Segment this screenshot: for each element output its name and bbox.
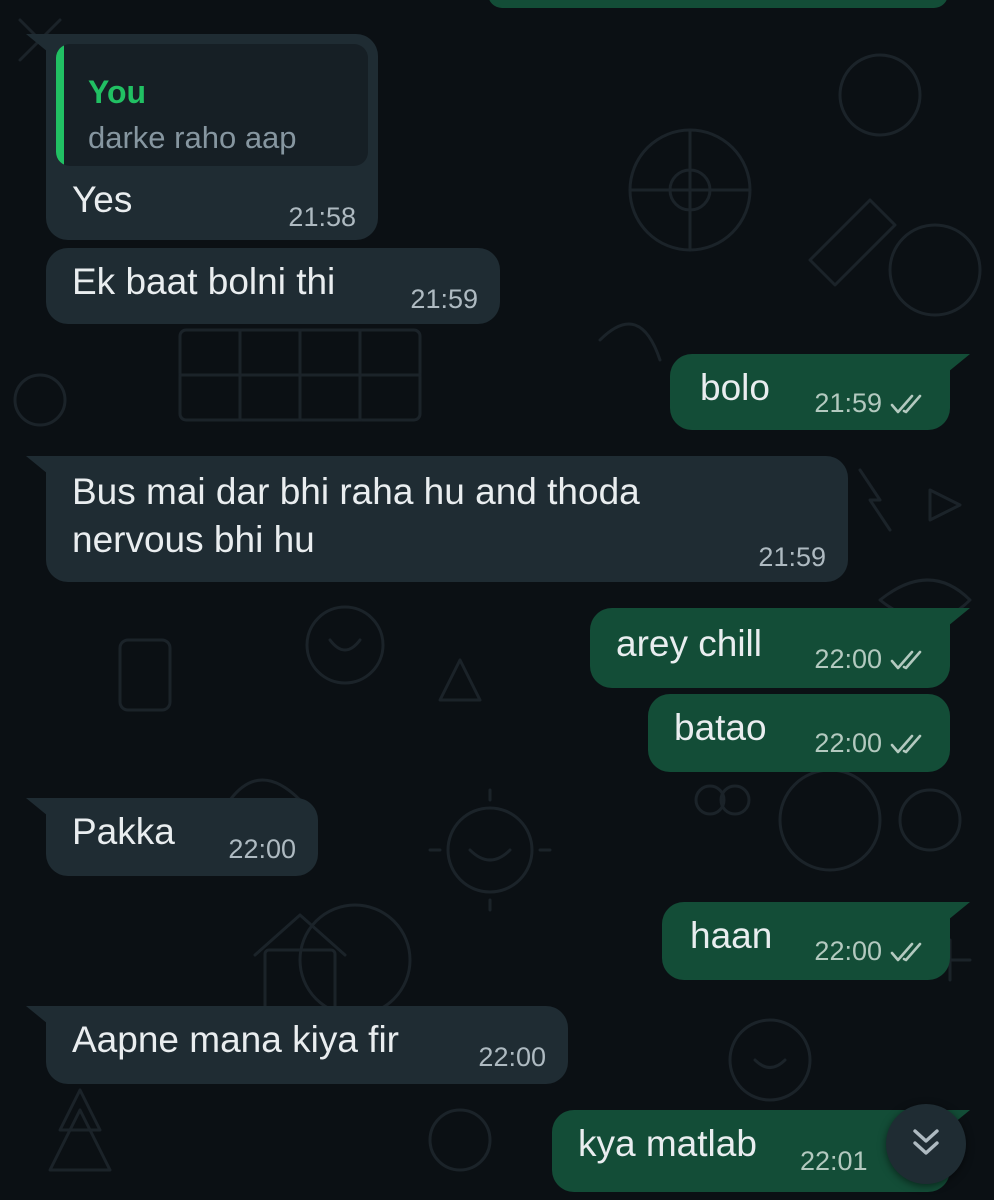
incoming-message[interactable]: Bus mai dar bhi raha hu and thoda nervou… — [26, 456, 848, 582]
message-time: 22:01 — [800, 1146, 868, 1176]
message-time: 21:58 — [288, 202, 356, 232]
scroll-to-bottom-button[interactable] — [886, 1104, 966, 1184]
outgoing-message[interactable]: bolo 21:59 — [670, 354, 970, 430]
double-tick-icon — [890, 732, 930, 756]
message-time: 22:00 — [228, 834, 296, 864]
message-meta: 21:59 — [410, 284, 478, 315]
bubble-tail — [26, 798, 48, 816]
message-meta: 21:59 — [758, 542, 826, 573]
double-tick-icon — [890, 940, 930, 964]
message-text: Yes — [72, 179, 133, 220]
quote-text: darke raho aap — [88, 120, 297, 155]
outgoing-message[interactable]: haan 22:00 — [662, 902, 970, 980]
incoming-message[interactable]: Ek baat bolni thi 21:59 — [46, 248, 500, 324]
quote-accent-bar — [56, 44, 64, 166]
bubble-tail — [948, 354, 970, 372]
message-time: 21:59 — [814, 388, 882, 418]
incoming-message[interactable]: Aapne mana kiya fir 22:00 — [26, 1006, 568, 1084]
message-text: batao — [674, 707, 767, 748]
incoming-message[interactable]: You darke raho aap Yes 21:58 — [26, 34, 378, 240]
double-tick-icon — [890, 392, 930, 416]
message-text: kya matlab — [578, 1123, 757, 1164]
double-tick-icon — [890, 648, 930, 672]
message-time: 22:00 — [814, 728, 882, 758]
message-meta: 21:59 — [814, 388, 930, 419]
message-time: 22:00 — [814, 936, 882, 966]
message-meta: 22:00 — [228, 834, 296, 865]
message-meta: 21:58 — [288, 202, 356, 233]
message-text: Ek baat bolni thi — [72, 261, 336, 302]
bubble-tail — [26, 34, 48, 52]
message-meta: 22:00 — [478, 1042, 546, 1073]
message-meta: 22:01 — [800, 1146, 868, 1177]
bubble-tail — [26, 456, 48, 474]
message-text: arey chill — [616, 623, 762, 664]
outgoing-message[interactable]: batao 22:00 — [648, 694, 950, 772]
message-text: Aapne mana kiya fir — [72, 1019, 400, 1060]
message-meta: 22:00 — [814, 728, 930, 759]
message-time: 22:00 — [814, 644, 882, 674]
message-time: 21:59 — [410, 284, 478, 314]
message-text: bolo — [700, 367, 770, 408]
quoted-reply[interactable]: You darke raho aap — [56, 44, 368, 166]
message-time: 21:59 — [758, 542, 826, 572]
bubble-tail — [948, 902, 970, 920]
quote-author: You — [88, 74, 147, 110]
message-text: Bus mai dar bhi raha hu and thoda nervou… — [72, 471, 640, 560]
bubble-tail — [26, 1006, 48, 1024]
double-chevron-down-icon — [909, 1125, 943, 1164]
previous-message-edge — [488, 0, 948, 8]
message-text: haan — [690, 915, 773, 956]
message-meta: 22:00 — [814, 644, 930, 675]
message-time: 22:00 — [478, 1042, 546, 1072]
outgoing-message[interactable]: arey chill 22:00 — [590, 608, 970, 688]
bubble-tail — [948, 608, 970, 626]
incoming-message[interactable]: Pakka 22:00 — [26, 798, 318, 876]
message-meta: 22:00 — [814, 936, 930, 967]
message-text: Pakka — [72, 811, 175, 852]
